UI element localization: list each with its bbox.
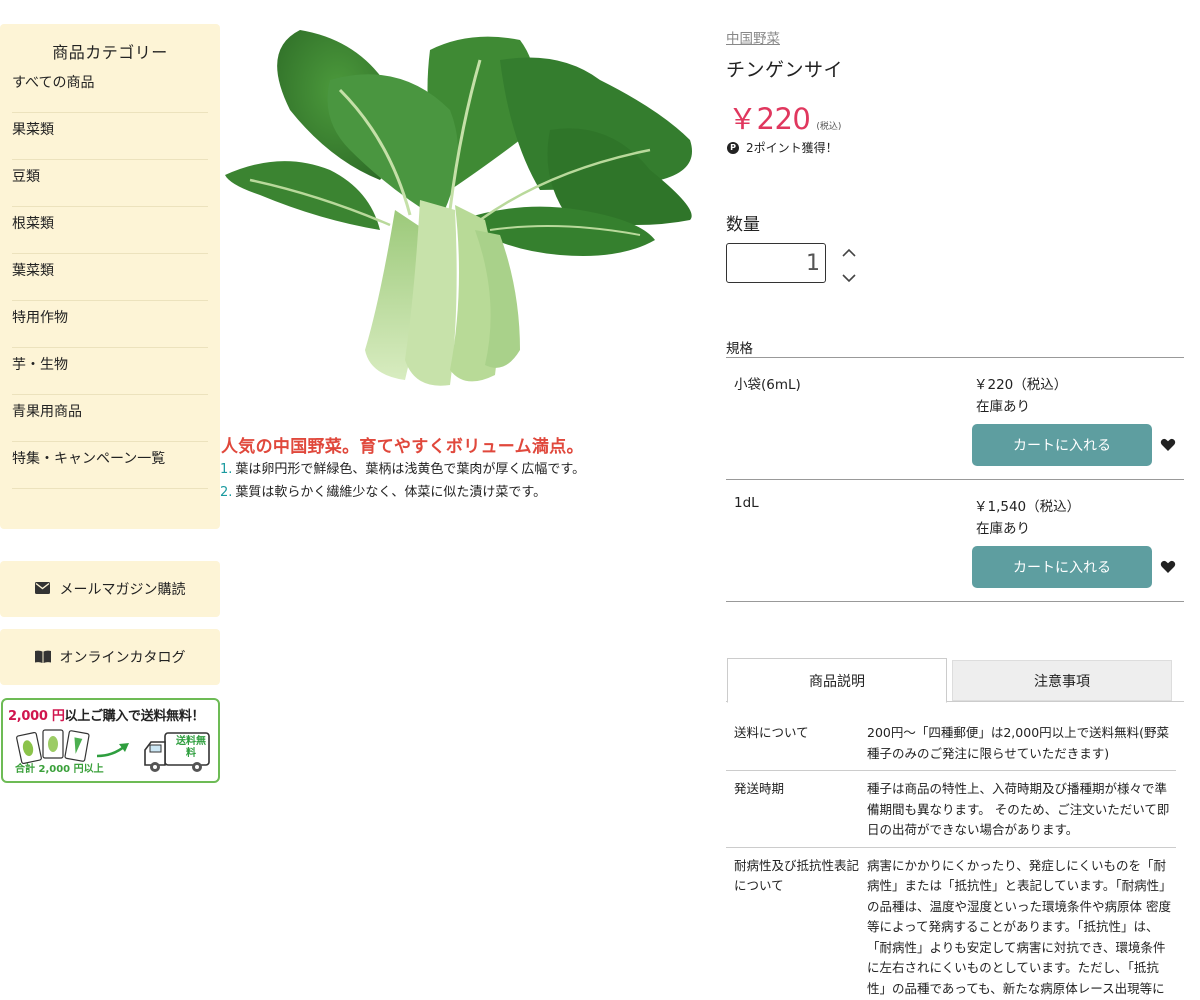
price-row: ￥220 (税込)	[728, 96, 841, 138]
feature-item: 2. 葉質は軟らかく繊維少なく、体菜に似た漬け菜です。	[220, 483, 585, 506]
feature-list: 1. 葉は卵円形で鮮緑色、葉柄は浅黄色で葉肉が厚く広幅です。 2. 葉質は軟らかく繊…	[220, 460, 585, 506]
category-sidebar: 商品カテゴリー すべての商品 果菜類 豆類 根菜類 葉菜類 特用作物 芋・生物 …	[0, 24, 220, 529]
mail-magazine-label: メールマガジン購読	[59, 582, 186, 598]
spec-stock: 在庫あり	[976, 399, 1030, 415]
spec-stock: 在庫あり	[976, 521, 1030, 537]
heart-icon[interactable]	[1160, 559, 1176, 575]
add-to-cart-button[interactable]: カートに入れる	[972, 424, 1152, 466]
mail-magazine-button[interactable]: メールマガジン購読	[0, 561, 220, 617]
quantity-label: 数量	[726, 215, 760, 235]
product-price: ￥220	[728, 102, 811, 136]
free-shipping-text: 以上ご購入で送料無料！	[64, 709, 205, 724]
category-item-leaf-vegetables[interactable]: 葉菜類	[12, 254, 208, 301]
feature-text: 葉は卵円形で鮮緑色、葉柄は浅黄色で葉肉が厚く広幅です。	[235, 462, 586, 477]
tax-note: (税込)	[816, 122, 842, 132]
spec-price: ￥220（税込）	[974, 377, 1068, 393]
info-table: 送料について 200円〜「四種郵便」は2,000円以上で送料無料(野菜種子のみの…	[726, 715, 1176, 1000]
category-item-beans[interactable]: 豆類	[12, 160, 208, 207]
points-icon: P	[727, 141, 739, 154]
tab-description[interactable]: 商品説明	[727, 658, 947, 703]
category-item-fruit-vegetables[interactable]: 果菜類	[12, 113, 208, 160]
category-list: すべての商品 果菜類 豆類 根菜類 葉菜類 特用作物 芋・生物 青果用商品 特集…	[0, 66, 220, 489]
catch-copy: 人気の中国野菜。育てやすくボリューム満点。	[221, 437, 584, 457]
spec-row: 1dL ￥1,540（税込） 在庫あり カートに入れる	[726, 480, 1184, 602]
tab-notes[interactable]: 注意事項	[952, 660, 1172, 701]
feature-item: 1. 葉は卵円形で鮮緑色、葉柄は浅黄色で葉肉が厚く広幅です。	[220, 460, 585, 483]
online-catalog-label: オンラインカタログ	[59, 650, 186, 666]
product-tabs: 商品説明 注意事項	[726, 658, 1184, 703]
spec-name: 1dL	[734, 495, 759, 511]
heart-icon[interactable]	[1160, 437, 1176, 453]
feature-number: 1.	[220, 462, 233, 477]
category-item-all[interactable]: すべての商品	[12, 66, 208, 113]
info-row: 耐病性及び抵抗性表記について 病害にかかりにくかったり、発症しにくいものを「耐病…	[726, 848, 1176, 1000]
spec-row: 小袋(6mL) ￥220（税込） 在庫あり カートに入れる	[726, 358, 1184, 480]
info-row: 発送時期 種子は商品の特性上、入荷時期及び播種期が様々で準備期間も異なります。 …	[726, 771, 1176, 848]
points-text: 2ポイント獲得！	[746, 141, 838, 155]
info-key: 耐病性及び抵抗性表記について	[734, 857, 860, 894]
free-shipping-amount: 2,000 円	[8, 709, 65, 724]
info-row: 送料について 200円〜「四種郵便」は2,000円以上で送料無料(野菜種子のみの…	[726, 715, 1176, 771]
product-image[interactable]	[220, 20, 710, 410]
info-value: 病害にかかりにくかったり、発症しにくいものを「耐病性」または「抵抗性」と表記して…	[867, 857, 1172, 996]
truck-text: 送料無料	[176, 736, 206, 759]
spec-price: ￥1,540（税込）	[974, 499, 1081, 515]
product-title: チンゲンサイ	[726, 59, 844, 81]
info-value: 200円〜「四種郵便」は2,000円以上で送料無料(野菜種子のみのご発注に限らせ…	[867, 725, 1170, 761]
category-item-tubers[interactable]: 芋・生物	[12, 348, 208, 395]
feature-text: 葉質は軟らかく繊維少なく、体菜に似た漬け菜です。	[235, 485, 547, 500]
free-shipping-subtext: 合計 2,000 円以上	[15, 764, 104, 775]
category-title: 商品カテゴリー	[52, 43, 168, 62]
category-item-fresh-produce[interactable]: 青果用商品	[12, 395, 208, 442]
quantity-input[interactable]	[726, 243, 826, 283]
spec-label: 規格	[726, 341, 753, 357]
spec-table: 小袋(6mL) ￥220（税込） 在庫あり カートに入れる 1dL ￥1,540…	[726, 357, 1184, 602]
info-value: 種子は商品の特性上、入荷時期及び播種期が様々で準備期間も異なります。 そのため、…	[867, 781, 1170, 837]
info-key: 発送時期	[734, 781, 785, 796]
online-catalog-button[interactable]: オンラインカタログ	[0, 629, 220, 685]
book-icon	[34, 650, 51, 664]
info-key: 送料について	[734, 725, 809, 740]
add-to-cart-button[interactable]: カートに入れる	[972, 546, 1152, 588]
spec-name: 小袋(6mL)	[734, 377, 801, 393]
category-item-root-vegetables[interactable]: 根菜類	[12, 207, 208, 254]
category-item-campaigns[interactable]: 特集・キャンペーン一覧	[12, 442, 208, 489]
points-info: P 2ポイント獲得！	[727, 139, 838, 156]
chevron-down-icon[interactable]	[840, 270, 858, 286]
category-link[interactable]: 中国野菜	[726, 27, 780, 47]
feature-number: 2.	[220, 485, 233, 500]
category-item-special-crops[interactable]: 特用作物	[12, 301, 208, 348]
free-shipping-banner[interactable]: 2,000 円以上ご購入で送料無料！ 送料無料 合計 2,000 円以上	[1, 698, 220, 783]
envelope-icon	[34, 582, 51, 596]
free-shipping-headline: 2,000 円以上ご購入で送料無料！	[3, 700, 218, 724]
chevron-up-icon[interactable]	[840, 245, 858, 261]
arrow-icon	[96, 743, 129, 758]
